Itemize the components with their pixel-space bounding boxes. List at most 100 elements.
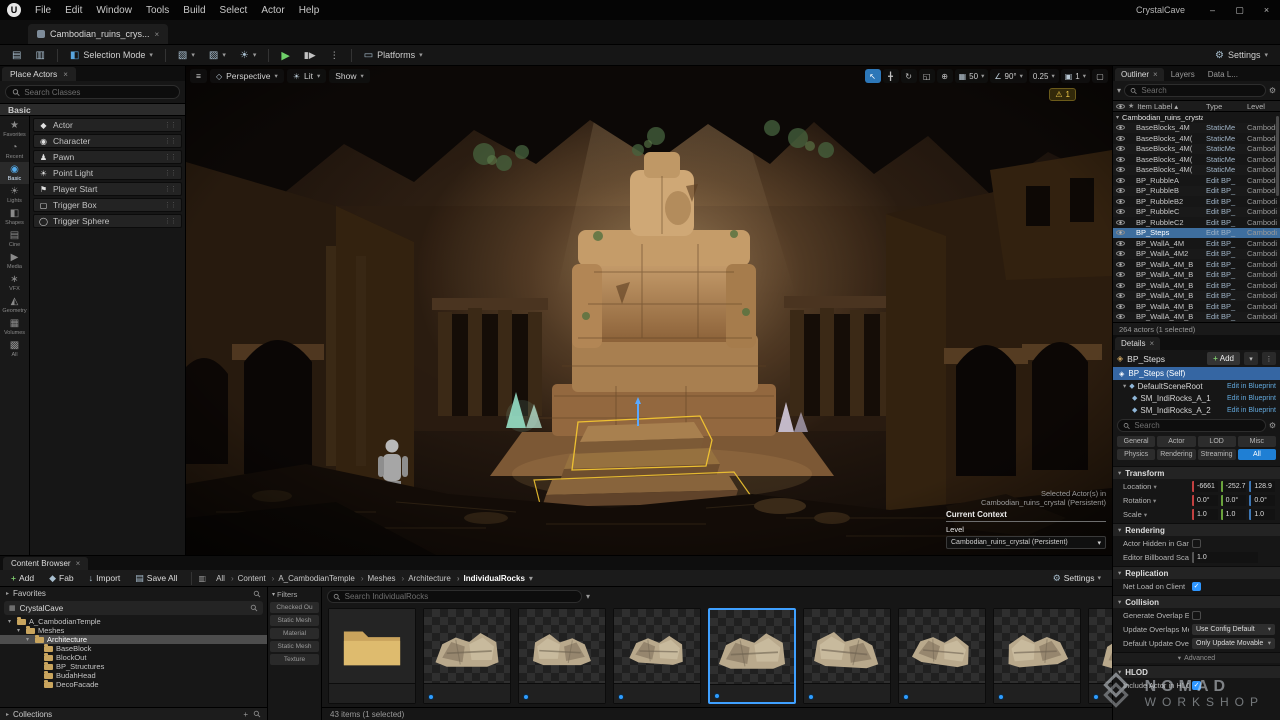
tab-close-icon[interactable]: × (76, 559, 81, 568)
dropdown-select[interactable]: Use Config Default▾ (1192, 624, 1275, 635)
breadcrumb-item[interactable]: A_CambodianTemple (267, 574, 356, 583)
section-header[interactable]: ▾Replication (1113, 566, 1280, 579)
select-tool-button[interactable]: ↖ (865, 69, 881, 83)
actor-class-item[interactable]: ♟ Pawn ⋮⋮ (33, 150, 182, 164)
drag-grip-icon[interactable]: ⋮⋮ (164, 217, 176, 225)
filter-pill[interactable]: Static Mesh (270, 641, 319, 652)
filter-chip[interactable]: Rendering (1157, 449, 1195, 460)
folder-tree-row[interactable]: ▾ A_CambodianTemple (0, 617, 267, 626)
menu-item[interactable]: Help (292, 0, 327, 20)
tab-close-icon[interactable]: × (155, 30, 160, 39)
x-value-field[interactable]: -6661 (1192, 481, 1218, 492)
outliner-row[interactable]: BaseBlocks_4M StaticMe Cambodi (1113, 123, 1280, 134)
edit-in-blueprint-link[interactable]: Edit in Blueprint (1227, 383, 1276, 390)
actor-class-item[interactable]: ▢ Trigger Box ⋮⋮ (33, 198, 182, 212)
tab-layers[interactable]: Layers (1165, 68, 1201, 81)
property-label[interactable]: Location ▾ (1123, 482, 1189, 491)
outliner-row[interactable]: BP_WallA_4M2 Edit BP_ Cambodi (1113, 249, 1280, 260)
component-row[interactable]: ◆ SM_IndiRocks_A_2 Edit in Blueprint (1113, 404, 1280, 416)
filter-chip[interactable]: All (1238, 449, 1276, 460)
category-tab[interactable]: ▦ Volumes (0, 316, 30, 338)
folder-tree-row[interactable]: BaseBlock (0, 644, 267, 653)
category-tab[interactable]: ◉ Basic (0, 162, 30, 184)
maximize-viewport-button[interactable]: ▢ (1092, 69, 1108, 83)
rotate-tool-button[interactable]: ↻ (901, 69, 917, 83)
outliner-search[interactable] (1124, 84, 1266, 97)
tab-outliner[interactable]: Outliner× (1115, 68, 1164, 81)
visibility-eye-icon[interactable] (1116, 262, 1125, 267)
add-button[interactable]: +Add (5, 571, 40, 585)
place-actors-tab[interactable]: Place Actors × (2, 67, 76, 81)
drag-grip-icon[interactable]: ⋮⋮ (164, 137, 176, 145)
visibility-eye-icon[interactable] (1116, 125, 1125, 130)
place-actors-search[interactable] (5, 85, 180, 99)
property-label[interactable]: Rotation ▾ (1123, 496, 1189, 505)
outliner-row[interactable]: ▾ Cambodian_ruins_crystal (Editor) (1113, 112, 1280, 123)
asset-search-input[interactable] (345, 592, 576, 601)
platforms-dropdown[interactable]: ▭ Platforms ▾ (358, 47, 429, 64)
filter-chip[interactable]: Misc (1238, 436, 1276, 447)
actor-class-item[interactable]: ☀ Point Light ⋮⋮ (33, 166, 182, 180)
grid-snap-control[interactable]: ▦50▾ (955, 69, 989, 83)
dropdown-select[interactable]: Only Update Movable▾ (1192, 638, 1275, 649)
environment-dropdown[interactable]: ☀▾ (234, 47, 262, 64)
edit-in-blueprint-link[interactable]: Edit in Blueprint (1227, 395, 1276, 402)
advanced-expander[interactable]: ▾Advanced (1113, 652, 1280, 663)
collections-header[interactable]: ▸ Collections + (0, 707, 267, 720)
viewport-warning-badge[interactable]: ⚠ 1 (1049, 88, 1076, 101)
category-tab[interactable]: ◔ Recent (0, 140, 30, 162)
filter-pill[interactable]: Texture (270, 654, 319, 665)
breadcrumb-item[interactable]: Architecture (397, 574, 452, 583)
filter-chip[interactable]: Physics (1117, 449, 1155, 460)
content-settings-dropdown[interactable]: ⚙ Settings ▾ (1047, 571, 1107, 585)
outliner-row[interactable]: BP_RubbleA Edit BP_ Cambodi (1113, 175, 1280, 186)
checkbox-unchecked[interactable] (1192, 539, 1201, 548)
visibility-eye-icon[interactable] (1116, 251, 1125, 256)
viewport-scene[interactable] (186, 66, 1112, 555)
path-history-icon[interactable]: ▥ (199, 574, 207, 583)
edit-in-blueprint-link[interactable]: Edit in Blueprint (1227, 407, 1276, 414)
import-button[interactable]: ↓Import (83, 571, 127, 585)
expand-icon[interactable]: ▾ (26, 636, 32, 643)
visibility-eye-icon[interactable] (1116, 157, 1125, 162)
actor-self-row[interactable]: ◈ BP_Steps (Self) (1113, 367, 1280, 380)
filter-chip[interactable]: Actor (1157, 436, 1195, 447)
category-tab[interactable]: ▤ Cine (0, 228, 30, 250)
project-root-row[interactable]: ▦ CrystalCave (4, 601, 263, 615)
folder-tree-row[interactable]: ▾ Meshes (0, 626, 267, 635)
component-row[interactable]: ▾ ◆ DefaultSceneRoot Edit in Blueprint (1113, 380, 1280, 392)
level-tab[interactable]: Cambodian_ruins_crys... × (28, 24, 168, 44)
outliner-row[interactable]: BP_WallA_4M Edit BP_ Cambodi (1113, 238, 1280, 249)
cinematics-dropdown[interactable]: ▨▾ (203, 47, 232, 64)
asset-tile[interactable] (613, 608, 701, 704)
breadcrumb-item[interactable]: Meshes (356, 574, 397, 583)
outliner-row[interactable]: BaseBlocks_4M( StaticMe Cambodi (1113, 144, 1280, 155)
visibility-eye-icon[interactable] (1116, 220, 1125, 225)
value-field[interactable]: 1.0 (1192, 552, 1258, 563)
asset-tile[interactable] (423, 608, 511, 704)
visibility-eye-icon[interactable] (1116, 188, 1125, 193)
outliner-scrollbar[interactable] (1276, 116, 1279, 196)
y-value-field[interactable]: 0.0° (1221, 495, 1247, 506)
menu-item[interactable]: Window (89, 0, 139, 20)
section-header[interactable]: ▾Collision (1113, 595, 1280, 608)
x-value-field[interactable]: 1.0 (1192, 509, 1218, 520)
menu-item[interactable]: Select (213, 0, 255, 20)
visibility-eye-icon[interactable] (1116, 178, 1125, 183)
outliner-settings-icon[interactable]: ⚙ (1269, 86, 1276, 95)
perspective-dropdown[interactable]: ◇Perspective▾ (210, 69, 284, 83)
checkbox-checked[interactable]: ✓ (1192, 582, 1201, 591)
menu-item[interactable]: Build (176, 0, 212, 20)
details-search[interactable] (1117, 419, 1266, 432)
filter-icon[interactable]: ▾ (1117, 86, 1121, 95)
visibility-eye-icon[interactable] (1116, 272, 1125, 277)
move-tool-button[interactable]: ╋ (883, 69, 899, 83)
z-value-field[interactable]: 128.9 (1249, 481, 1275, 492)
expand-icon[interactable]: ▾ (17, 627, 23, 634)
details-search-input[interactable] (1134, 421, 1259, 430)
maximize-button[interactable]: ▢ (1226, 0, 1253, 20)
settings-dropdown[interactable]: ⚙ Settings ▾ (1209, 47, 1274, 64)
tab-data-layers[interactable]: Data L... (1202, 68, 1244, 81)
level-context-dropdown[interactable]: Cambodian_ruins_crystal (Persistent) ▾ (946, 536, 1106, 549)
search-options-icon[interactable]: ▾ (586, 592, 590, 601)
